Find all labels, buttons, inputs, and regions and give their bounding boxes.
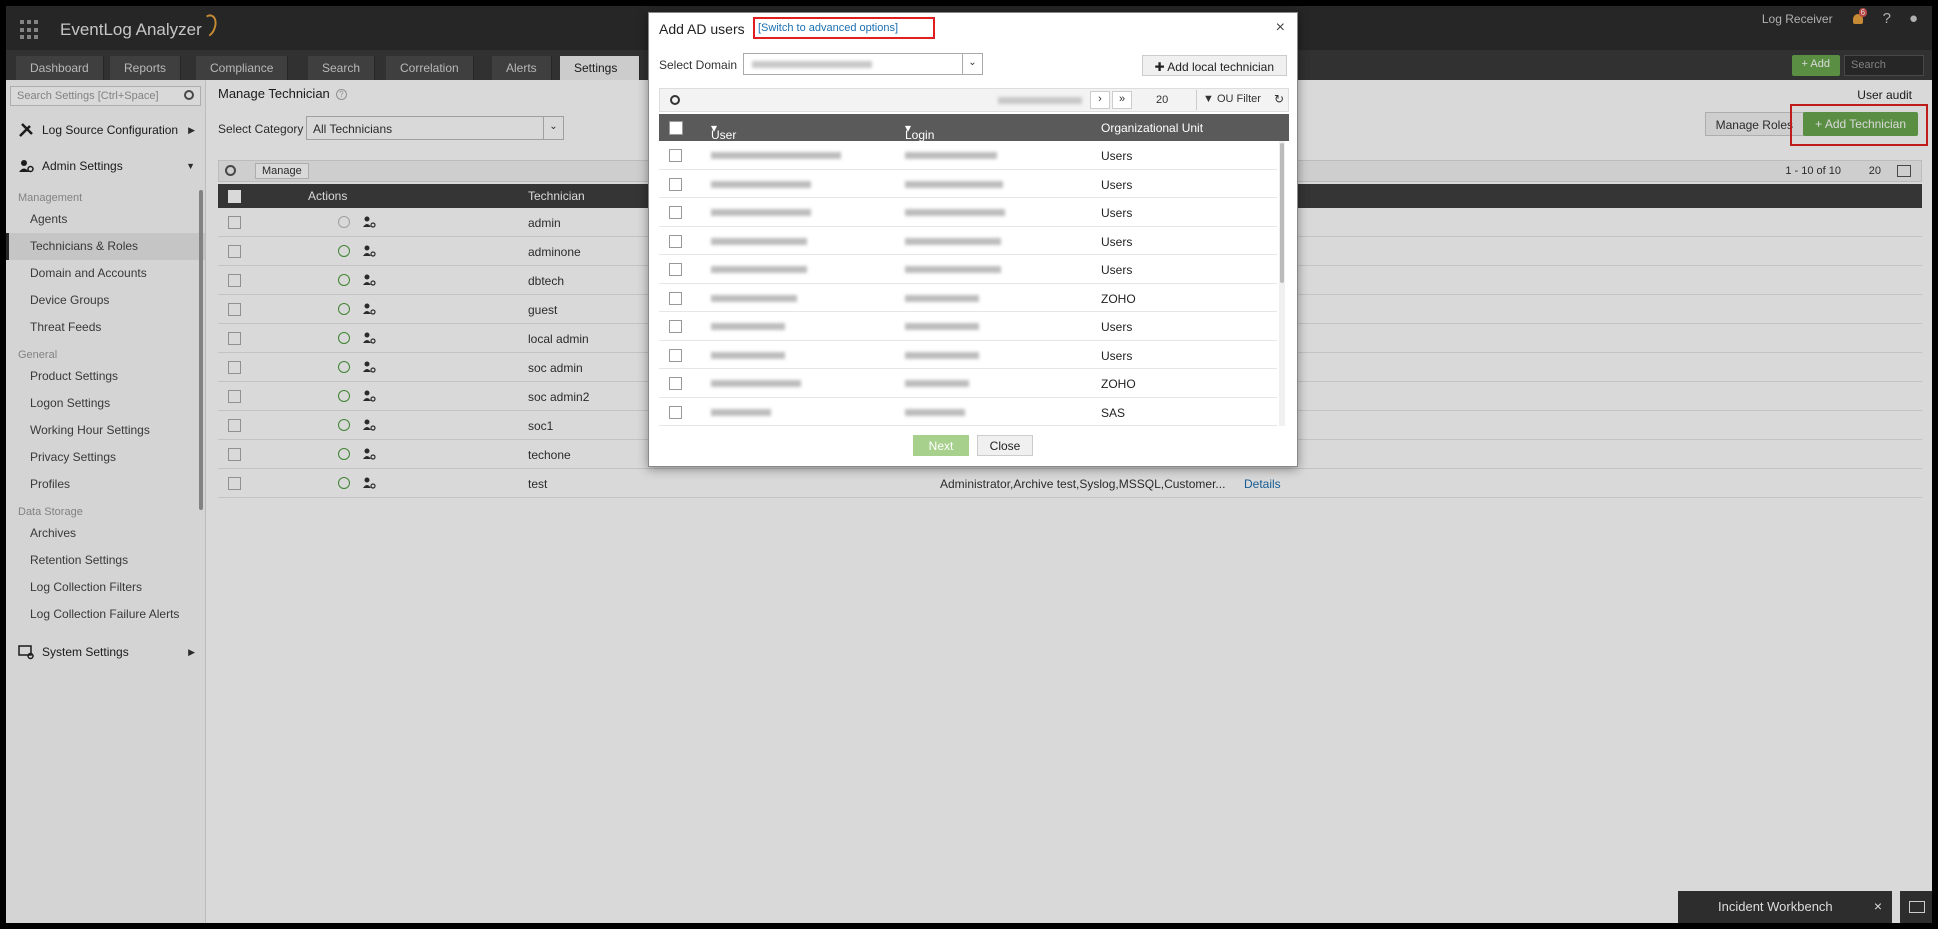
domain-select[interactable]: ⌄	[743, 53, 983, 75]
ad-users-rows: Users Users Users Users Users ZOHO Users…	[659, 141, 1277, 426]
blurred-login	[905, 323, 979, 330]
blurred-user	[711, 152, 841, 159]
table-row: Users	[659, 255, 1277, 284]
blurred-login	[905, 152, 997, 159]
add-ad-users-modal: Add AD users [Switch to advanced options…	[648, 12, 1298, 467]
app-window: EventLog Analyzer Log Receiver 6 ? ● Das…	[6, 6, 1932, 923]
ou-value: SAS	[1101, 405, 1126, 420]
blurred-login	[905, 380, 969, 387]
ad-users-table-header: User ▾ Login name ▾ Organizational Unit	[659, 114, 1289, 156]
blurred-user	[711, 294, 797, 302]
ou-value: Users	[1101, 263, 1133, 277]
table-row: Users	[659, 198, 1277, 227]
search-icon[interactable]	[670, 95, 680, 105]
modal-scrollbar[interactable]	[1279, 141, 1285, 426]
add-local-technician-button[interactable]: ✚ Add local technician	[1141, 55, 1287, 76]
table-row: Users	[659, 141, 1277, 170]
blurred-user	[711, 351, 785, 359]
blurred-user	[711, 266, 807, 273]
table-row: Users	[659, 170, 1277, 198]
col-login-name[interactable]: Login name ▾	[905, 121, 935, 156]
incident-workbench-bar[interactable]: Incident Workbench ×	[1678, 891, 1892, 923]
blurred-user	[711, 408, 771, 416]
chevron-down-icon: ⌄	[962, 54, 982, 74]
blurred-pagination	[998, 97, 1082, 104]
row-checkbox[interactable]	[669, 234, 682, 248]
domain-label: Select Domain	[659, 58, 738, 72]
row-checkbox[interactable]	[669, 149, 682, 162]
ou-value: Users	[1101, 177, 1133, 192]
row-checkbox[interactable]	[669, 291, 682, 305]
row-checkbox[interactable]	[669, 263, 682, 276]
chat-icon[interactable]	[1900, 891, 1932, 923]
blurred-user	[711, 323, 785, 330]
filter-icon: ▼	[1203, 93, 1214, 105]
ou-value: ZOHO	[1101, 291, 1136, 306]
table-row: ZOHO	[659, 369, 1277, 398]
last-page-button[interactable]: »	[1112, 91, 1132, 109]
table-row: ZOHO	[659, 284, 1277, 312]
row-checkbox[interactable]	[669, 206, 682, 219]
ou-filter-label: OU Filter	[1216, 93, 1261, 105]
ou-value: Users	[1101, 149, 1133, 163]
select-all-checkbox[interactable]	[669, 121, 683, 135]
row-checkbox[interactable]	[669, 405, 682, 419]
close-icon[interactable]: ×	[1874, 898, 1882, 914]
ou-value: Users	[1101, 206, 1133, 220]
ou-filter-button[interactable]: ▼ OU Filter	[1196, 90, 1267, 110]
ou-value: Users	[1101, 320, 1133, 334]
row-checkbox[interactable]	[669, 377, 682, 390]
modal-title: Add AD users	[659, 21, 745, 37]
blurred-login	[905, 408, 965, 416]
table-row: Users	[659, 227, 1277, 255]
close-button[interactable]: Close	[977, 435, 1033, 456]
blurred-login	[905, 209, 1005, 216]
table-row: Users	[659, 341, 1277, 369]
ou-value: Users	[1101, 234, 1133, 249]
next-button[interactable]: Next	[913, 435, 969, 456]
plus-icon: ✚	[1154, 60, 1165, 74]
blurred-login	[905, 266, 1001, 273]
row-checkbox[interactable]	[669, 348, 682, 362]
next-page-button[interactable]: ›	[1090, 91, 1110, 109]
blurred-login	[905, 294, 979, 302]
table-row: SAS	[659, 398, 1277, 426]
blurred-user	[711, 180, 811, 188]
blurred-login	[905, 237, 1001, 245]
blurred-user	[711, 380, 801, 387]
blurred-user	[711, 209, 811, 216]
refresh-icon[interactable]: ↻	[1274, 92, 1284, 106]
modal-toolbar: › » 20 ▼ OU Filter ↻	[659, 88, 1289, 112]
blurred-login	[905, 351, 979, 359]
ou-value: Users	[1101, 348, 1133, 363]
table-row: Users	[659, 312, 1277, 341]
ou-value: ZOHO	[1101, 377, 1136, 391]
close-icon[interactable]: ×	[1276, 19, 1285, 37]
add-local-label: Add local technician	[1167, 60, 1274, 74]
blurred-login	[905, 180, 1003, 188]
per-page-select[interactable]: 20	[1156, 94, 1168, 106]
blurred-domain-value	[752, 61, 872, 68]
blurred-user	[711, 237, 807, 245]
row-checkbox[interactable]	[669, 177, 682, 191]
row-checkbox[interactable]	[669, 320, 682, 333]
switch-advanced-link[interactable]: [Switch to advanced options]	[753, 17, 935, 39]
col-user[interactable]: User ▾	[711, 121, 736, 142]
incident-workbench-label: Incident Workbench	[1718, 899, 1833, 914]
col-ou: Organizational Unit	[1101, 121, 1204, 135]
